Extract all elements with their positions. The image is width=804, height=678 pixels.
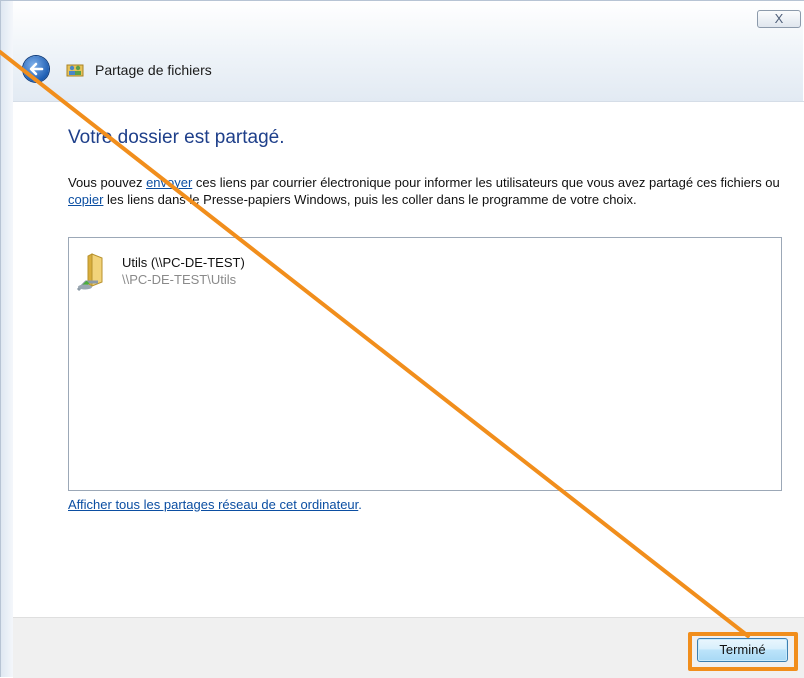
footer-bar xyxy=(13,617,804,678)
close-icon: X xyxy=(774,11,784,26)
shared-folder-icon xyxy=(76,253,103,292)
description-part-3: les liens dans le Presse-papiers Windows… xyxy=(103,191,637,207)
highlight-box xyxy=(688,632,798,671)
description-text: Vous pouvez envoyer ces liens par courri… xyxy=(68,175,783,208)
send-link[interactable]: envoyer xyxy=(146,175,192,190)
back-arrow-icon xyxy=(29,62,44,76)
show-all-suffix: . xyxy=(358,497,362,512)
show-all-shares: Afficher tous les partages réseau de cet… xyxy=(68,497,362,512)
back-button[interactable] xyxy=(23,56,49,82)
window-border-left xyxy=(1,1,13,677)
close-button[interactable]: X xyxy=(757,10,801,28)
share-item-path: \\PC-DE-TEST\Utils xyxy=(122,272,237,287)
window-title: Partage de fichiers xyxy=(95,62,212,78)
file-sharing-icon xyxy=(66,64,84,77)
share-item-name[interactable]: Utils (\\PC-DE-TEST) xyxy=(122,255,245,270)
show-all-shares-link[interactable]: Afficher tous les partages réseau de cet… xyxy=(68,497,358,512)
title-bar xyxy=(1,1,803,101)
copy-link[interactable]: copier xyxy=(68,192,103,207)
page-heading: Votre dossier est partagé. xyxy=(68,127,285,148)
description-part-2: ces liens par courrier électronique pour… xyxy=(192,175,780,190)
description-part-1: Vous pouvez xyxy=(68,175,147,190)
